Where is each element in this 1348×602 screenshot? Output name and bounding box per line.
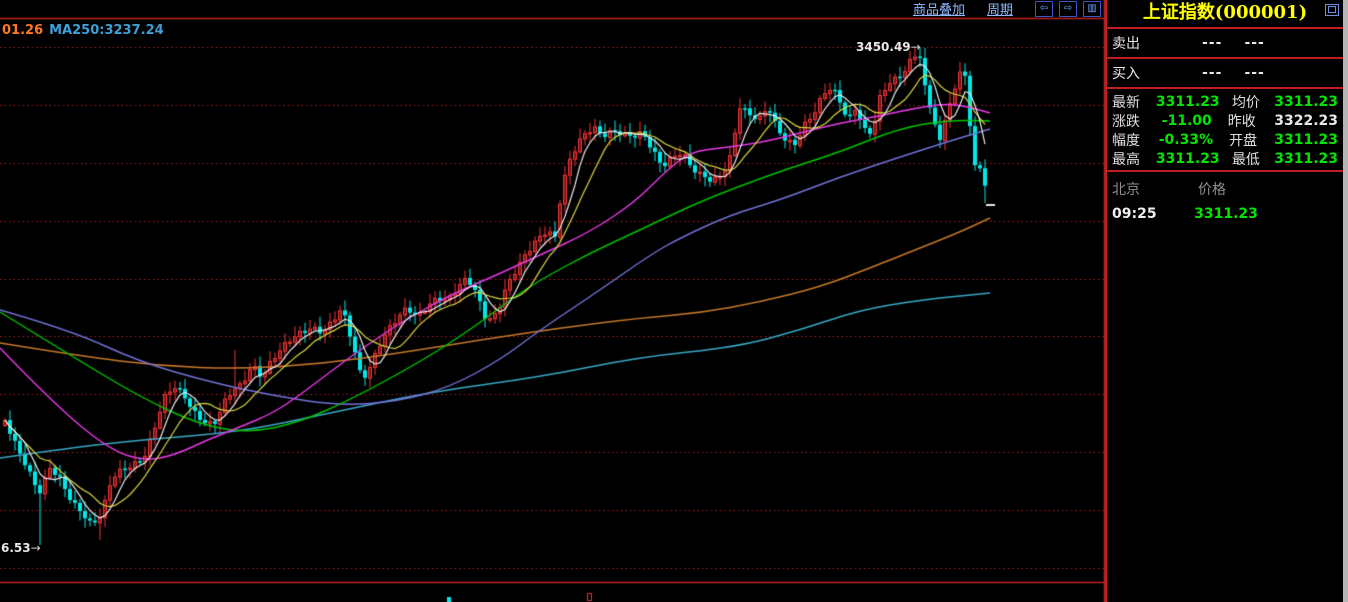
tape-city-header: 北京 <box>1112 179 1198 199</box>
kline-chart-canvas[interactable] <box>0 0 1105 602</box>
peak-arrow-icon: → <box>911 40 921 54</box>
quote-row: 最高 3311.23 最低 3311.23 <box>1112 149 1338 168</box>
change-value: -11.00 <box>1160 113 1212 129</box>
buy-row: 买入 --- --- <box>1107 59 1343 89</box>
tape-header: 北京 价格 <box>1107 172 1343 201</box>
period-link[interactable]: 周期 <box>987 0 1013 18</box>
forward-arrow-icon[interactable]: ⇨ <box>1059 1 1077 17</box>
high-label: 最高 <box>1112 149 1156 169</box>
trough-arrow-icon: → <box>31 541 41 555</box>
ma250-value: MA250:3237.24 <box>49 23 164 38</box>
back-arrow-icon[interactable]: ⇦ <box>1035 1 1053 17</box>
latest-label: 最新 <box>1112 92 1156 112</box>
chart-toolbar: 商品叠加 周期 ⇦ ⇨ ▥ <box>0 0 1105 17</box>
avg-price-value: 3311.23 <box>1274 94 1338 110</box>
ma120-value-partial: 01.26 <box>2 23 43 38</box>
instrument-title: 上证指数(000001) <box>1107 0 1343 29</box>
avg-price-label: 均价 <box>1232 92 1274 112</box>
quote-row: 幅度 -0.33% 开盘 3311.23 <box>1112 130 1338 149</box>
sell-row: 卖出 --- --- <box>1107 29 1343 59</box>
open-value: 3311.23 <box>1274 132 1338 148</box>
buy-value-1: --- <box>1202 65 1222 81</box>
quote-panel: 上证指数(000001) 卖出 --- --- 买入 --- --- 最新 33… <box>1107 0 1343 602</box>
open-label: 开盘 <box>1229 130 1274 150</box>
quote-row: 最新 3311.23 均价 3311.23 <box>1112 92 1338 111</box>
tape-price-header: 价格 <box>1198 179 1226 199</box>
prev-close-label: 昨收 <box>1228 111 1274 131</box>
sell-label: 卖出 <box>1112 33 1140 53</box>
range-value: -0.33% <box>1159 132 1213 148</box>
prev-close-value: 3322.23 <box>1274 113 1338 129</box>
window-edge-scrollbar[interactable] <box>1343 0 1348 602</box>
sell-value-2: --- <box>1244 35 1264 51</box>
overlay-link[interactable]: 商品叠加 <box>913 0 965 18</box>
quote-row: 涨跌 -11.00 昨收 3322.23 <box>1112 111 1338 130</box>
buy-value-2: --- <box>1244 65 1264 81</box>
tape-row: 09:25 3311.23 <box>1107 201 1343 227</box>
trading-app-window: 商品叠加 周期 ⇦ ⇨ ▥ 01.26 MA250:3237.24 3450.49… <box>0 0 1348 602</box>
range-label: 幅度 <box>1112 130 1159 150</box>
split-window-icon[interactable]: ▥ <box>1083 1 1101 17</box>
tape-time: 09:25 <box>1112 206 1172 222</box>
tape-price: 3311.23 <box>1186 206 1266 222</box>
maximize-icon[interactable] <box>1325 4 1339 16</box>
latest-value: 3311.23 <box>1156 94 1216 110</box>
change-label: 涨跌 <box>1112 111 1160 131</box>
high-value: 3311.23 <box>1156 151 1216 167</box>
low-label: 最低 <box>1232 149 1274 169</box>
trough-price-label: 6.53→ <box>1 541 41 555</box>
quote-grid: 最新 3311.23 均价 3311.23 涨跌 -11.00 昨收 3322.… <box>1107 89 1343 172</box>
ma-indicator-readout: 01.26 MA250:3237.24 <box>2 23 164 38</box>
buy-label: 买入 <box>1112 63 1140 83</box>
peak-price-label: 3450.49→ <box>856 40 921 54</box>
sell-value-1: --- <box>1202 35 1222 51</box>
low-value: 3311.23 <box>1274 151 1338 167</box>
